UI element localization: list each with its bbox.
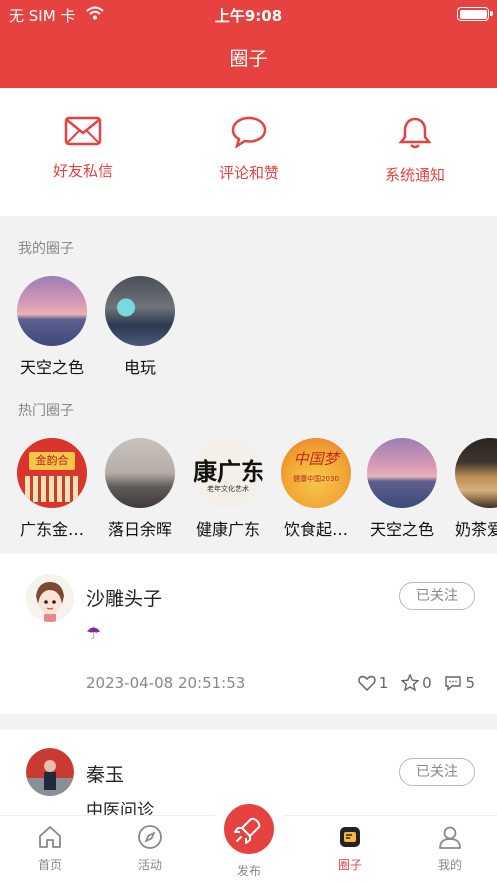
notification-bar: 好友私信 评论和赞 系统通知 bbox=[0, 88, 497, 216]
circle-item[interactable]: 天空之色 bbox=[7, 276, 97, 378]
tab-label: 我的 bbox=[437, 858, 462, 872]
follow-button[interactable]: 已关注 bbox=[399, 758, 475, 786]
publish-label: 发布 bbox=[236, 864, 261, 878]
tab-label: 圈子 bbox=[337, 858, 362, 872]
circle-item[interactable]: 中国梦 健康中国2030 饮食起… bbox=[271, 438, 361, 540]
circle-avatar bbox=[105, 276, 175, 346]
hot-circles-title: 热门圈子 bbox=[18, 403, 74, 419]
circle-item[interactable]: 天空之色 bbox=[357, 438, 447, 540]
compass-icon bbox=[138, 825, 162, 849]
post-card[interactable]: 沙雕头子 已关注 ☂ 2023-04-08 20:51:53 1 0 5 bbox=[0, 554, 497, 714]
comment-button[interactable]: 5 bbox=[444, 674, 475, 692]
system-notice-label: 系统通知 bbox=[384, 166, 445, 184]
friend-message-button[interactable]: 好友私信 bbox=[0, 116, 166, 181]
comments-likes-label: 评论和赞 bbox=[218, 164, 279, 182]
circle-item[interactable]: 康广东 老年文化艺术 健康广东 bbox=[183, 438, 273, 540]
tab-label: 活动 bbox=[137, 858, 162, 872]
post-username[interactable]: 秦玉 bbox=[86, 760, 124, 787]
comment-icon bbox=[166, 116, 332, 148]
circle-name: 天空之色 bbox=[19, 358, 84, 377]
my-circles-title: 我的圈子 bbox=[18, 241, 74, 257]
circle-name: 广东金… bbox=[19, 520, 84, 539]
circle-thumb-subtext: 老年文化艺术 bbox=[207, 485, 249, 493]
post-username[interactable]: 沙雕头子 bbox=[86, 584, 162, 611]
circle-thumb-text: 金韵合 bbox=[29, 452, 75, 470]
tab-activity[interactable]: 活动 bbox=[115, 824, 185, 873]
circle-name: 落日余晖 bbox=[107, 520, 172, 539]
heart-icon bbox=[358, 675, 376, 692]
post-content: ☂ bbox=[86, 624, 102, 644]
circle-tab-icon bbox=[340, 827, 360, 847]
system-notice-button[interactable]: 系统通知 bbox=[332, 116, 497, 185]
circle-name: 电玩 bbox=[123, 358, 156, 377]
user-icon bbox=[439, 826, 461, 849]
circle-avatar bbox=[105, 438, 175, 508]
friend-message-label: 好友私信 bbox=[52, 162, 113, 180]
circle-item[interactable]: 电玩 bbox=[95, 276, 185, 378]
comments-likes-button[interactable]: 评论和赞 bbox=[166, 116, 332, 183]
app-header: 无 SIM 卡 上午9:08 圈子 bbox=[0, 0, 497, 88]
circle-item[interactable]: 奶茶爱 bbox=[445, 438, 497, 540]
circle-avatar: 康广东 老年文化艺术 bbox=[193, 438, 263, 508]
circle-name: 饮食起… bbox=[283, 520, 348, 539]
circle-avatar bbox=[17, 276, 87, 346]
circle-item[interactable]: 金韵合 广东金… bbox=[7, 438, 97, 540]
circle-avatar: 中国梦 健康中国2030 bbox=[281, 438, 351, 508]
post-stats: 1 0 5 bbox=[350, 673, 475, 692]
comment-icon bbox=[445, 676, 462, 692]
favorite-count: 0 bbox=[422, 674, 432, 692]
page-title: 圈子 bbox=[229, 48, 268, 70]
status-bar: 无 SIM 卡 上午9:08 bbox=[0, 4, 497, 26]
circle-name: 奶茶爱 bbox=[455, 520, 497, 539]
publish-button[interactable] bbox=[224, 804, 274, 854]
circle-name: 天空之色 bbox=[369, 520, 434, 539]
circle-thumb-text: 中国梦 bbox=[293, 450, 339, 468]
tab-mine[interactable]: 我的 bbox=[415, 824, 485, 873]
circle-thumb-text: 康广东 bbox=[193, 458, 263, 486]
tab-label: 首页 bbox=[37, 858, 62, 872]
battery-icon bbox=[457, 7, 493, 21]
status-time: 上午9:08 bbox=[214, 7, 283, 25]
follow-button[interactable]: 已关注 bbox=[399, 582, 475, 610]
tab-home[interactable]: 首页 bbox=[15, 824, 85, 873]
bell-icon bbox=[332, 116, 497, 150]
circle-avatar: 金韵合 bbox=[17, 438, 87, 508]
comment-count: 5 bbox=[465, 674, 475, 692]
tab-circle[interactable]: 圈子 bbox=[315, 824, 385, 873]
mail-icon bbox=[0, 116, 166, 146]
like-button[interactable]: 1 bbox=[358, 674, 389, 692]
avatar[interactable] bbox=[26, 574, 74, 622]
circle-avatar bbox=[367, 438, 437, 508]
circle-thumb-subtext: 健康中国2030 bbox=[293, 475, 339, 483]
circle-item[interactable]: 落日余晖 bbox=[95, 438, 185, 540]
like-count: 1 bbox=[378, 674, 389, 692]
home-icon bbox=[39, 826, 61, 848]
circle-avatar bbox=[455, 438, 497, 508]
circle-name: 健康广东 bbox=[195, 520, 260, 539]
post-time: 2023-04-08 20:51:53 bbox=[86, 674, 246, 692]
star-icon bbox=[400, 673, 420, 692]
favorite-button[interactable]: 0 bbox=[400, 673, 432, 692]
rocket-icon bbox=[234, 817, 261, 844]
avatar[interactable] bbox=[26, 748, 74, 796]
circles-section: 我的圈子 天空之色 电玩 热门圈子 金韵合 广东金… 落日余晖 康广东 老年文化… bbox=[0, 216, 497, 554]
